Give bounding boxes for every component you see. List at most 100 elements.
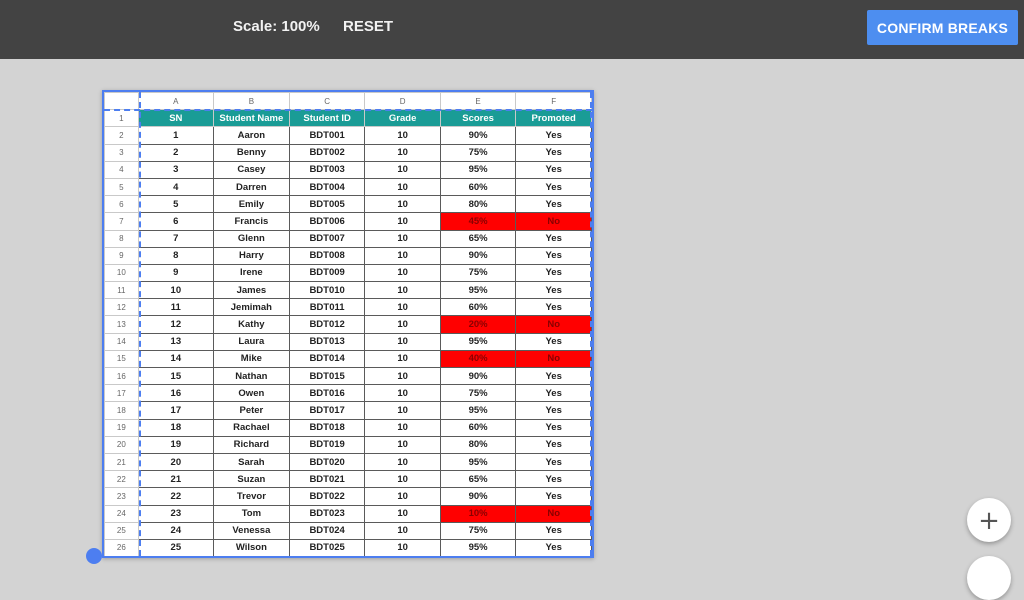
table-row: 20 19 Richard BDT019 10 80% Yes: [104, 435, 592, 454]
cell-score: 90%: [439, 126, 517, 145]
cell-grade: 10: [364, 229, 441, 248]
row-number: 16: [104, 366, 139, 386]
cell-name: Darren: [212, 177, 290, 197]
table-row: 26 25 Wilson BDT025 10 95% Yes: [104, 538, 592, 556]
cell-score: 45%: [439, 212, 517, 231]
page-break-right[interactable]: [590, 92, 592, 556]
cell-name: Sarah: [212, 452, 290, 472]
cell-promoted: Yes: [515, 246, 592, 265]
cell-grade: 10: [364, 126, 441, 145]
row-number: 19: [104, 418, 139, 437]
cell-id: BDT025: [288, 538, 366, 556]
cell-score: 80%: [439, 195, 517, 214]
cell-grade: 10: [364, 298, 441, 317]
cell-grade: 10: [364, 435, 441, 454]
cell-promoted: Yes: [515, 281, 592, 300]
cell-promoted: Yes: [515, 298, 592, 317]
cell-sn: 11: [137, 298, 214, 317]
cell-name: Wilson: [212, 538, 290, 556]
cell-name: Nathan: [212, 366, 290, 386]
corner-cell: [104, 92, 139, 111]
cell-name: Suzan: [212, 470, 290, 489]
row-number: 6: [104, 195, 139, 214]
cell-sn: 6: [137, 212, 214, 231]
row-number: 4: [104, 160, 139, 179]
cell-id: BDT014: [288, 349, 366, 369]
cell-id: BDT019: [288, 435, 366, 454]
cell-sn: 18: [137, 418, 214, 437]
cell-score: 95%: [439, 401, 517, 420]
cell-promoted: Yes: [515, 177, 592, 197]
cell-grade: 10: [364, 366, 441, 386]
row-number: 10: [104, 263, 139, 283]
row-number: 24: [104, 504, 139, 523]
column-letter: F: [515, 92, 592, 111]
cell-name: Richard: [212, 435, 290, 454]
table-row: 12 11 Jemimah BDT011 10 60% Yes: [104, 298, 592, 317]
cell-promoted: No: [515, 315, 592, 334]
column-header: SN: [137, 109, 214, 128]
cell-grade: 10: [364, 143, 441, 162]
page-break-top[interactable]: [104, 109, 592, 111]
cell-grade: 10: [364, 263, 441, 283]
cell-sn: 2: [137, 143, 214, 162]
cell-id: BDT015: [288, 366, 366, 386]
cell-grade: 10: [364, 160, 441, 179]
column-letter: D: [364, 92, 441, 111]
cell-id: BDT020: [288, 452, 366, 472]
cell-grade: 10: [364, 315, 441, 334]
cell-promoted: Yes: [515, 401, 592, 420]
table-row: 2 1 Aaron BDT001 10 90% Yes: [104, 126, 592, 145]
cell-score: 95%: [439, 281, 517, 300]
cell-promoted: Yes: [515, 229, 592, 248]
cell-promoted: Yes: [515, 263, 592, 283]
reset-button[interactable]: RESET: [343, 18, 393, 35]
cell-sn: 23: [137, 504, 214, 523]
table-row: 3 2 Benny BDT002 10 75% Yes: [104, 143, 592, 162]
row-number: 11: [104, 281, 139, 300]
table-row: 9 8 Harry BDT008 10 90% Yes: [104, 246, 592, 265]
cell-grade: 10: [364, 246, 441, 265]
cell-id: BDT021: [288, 470, 366, 489]
cell-id: BDT013: [288, 332, 366, 351]
fab-button[interactable]: [967, 556, 1011, 600]
cell-promoted: Yes: [515, 384, 592, 403]
cell-name: Trevor: [212, 487, 290, 506]
cell-grade: 10: [364, 487, 441, 506]
cell-sn: 3: [137, 160, 214, 179]
row-number: 8: [104, 229, 139, 248]
cell-sn: 10: [137, 281, 214, 300]
cell-sn: 8: [137, 246, 214, 265]
cell-grade: 10: [364, 177, 441, 197]
row-number: 3: [104, 143, 139, 162]
page-break-drag-handle[interactable]: [86, 548, 102, 564]
cell-name: Laura: [212, 332, 290, 351]
row-number: 14: [104, 332, 139, 351]
cell-grade: 10: [364, 452, 441, 472]
table-row: 11 10 James BDT010 10 95% Yes: [104, 281, 592, 300]
row-number: 23: [104, 487, 139, 506]
cell-score: 60%: [439, 298, 517, 317]
row-number: 21: [104, 452, 139, 472]
cell-sn: 15: [137, 366, 214, 386]
cell-sn: 14: [137, 349, 214, 369]
cell-name: Irene: [212, 263, 290, 283]
cell-id: BDT023: [288, 504, 366, 523]
cell-name: Jemimah: [212, 298, 290, 317]
cell-id: BDT022: [288, 487, 366, 506]
cell-sn: 21: [137, 470, 214, 489]
cell-id: BDT018: [288, 418, 366, 437]
cell-id: BDT016: [288, 384, 366, 403]
table-row: 18 17 Peter BDT017 10 95% Yes: [104, 401, 592, 420]
confirm-breaks-button[interactable]: CONFIRM BREAKS: [867, 10, 1018, 45]
row-number: 1: [104, 109, 139, 128]
column-header-row: ABCDEF: [104, 92, 592, 111]
cell-score: 90%: [439, 246, 517, 265]
page-break-left[interactable]: [139, 92, 141, 556]
cell-score: 80%: [439, 435, 517, 454]
row-number: 13: [104, 315, 139, 334]
row-number: 15: [104, 349, 139, 369]
plus-icon[interactable]: +: [967, 498, 1011, 542]
cell-sn: 16: [137, 384, 214, 403]
print-preview-sheet: ABCDEF 1 SN Student Name Student ID Grade Sc…: [102, 90, 594, 558]
